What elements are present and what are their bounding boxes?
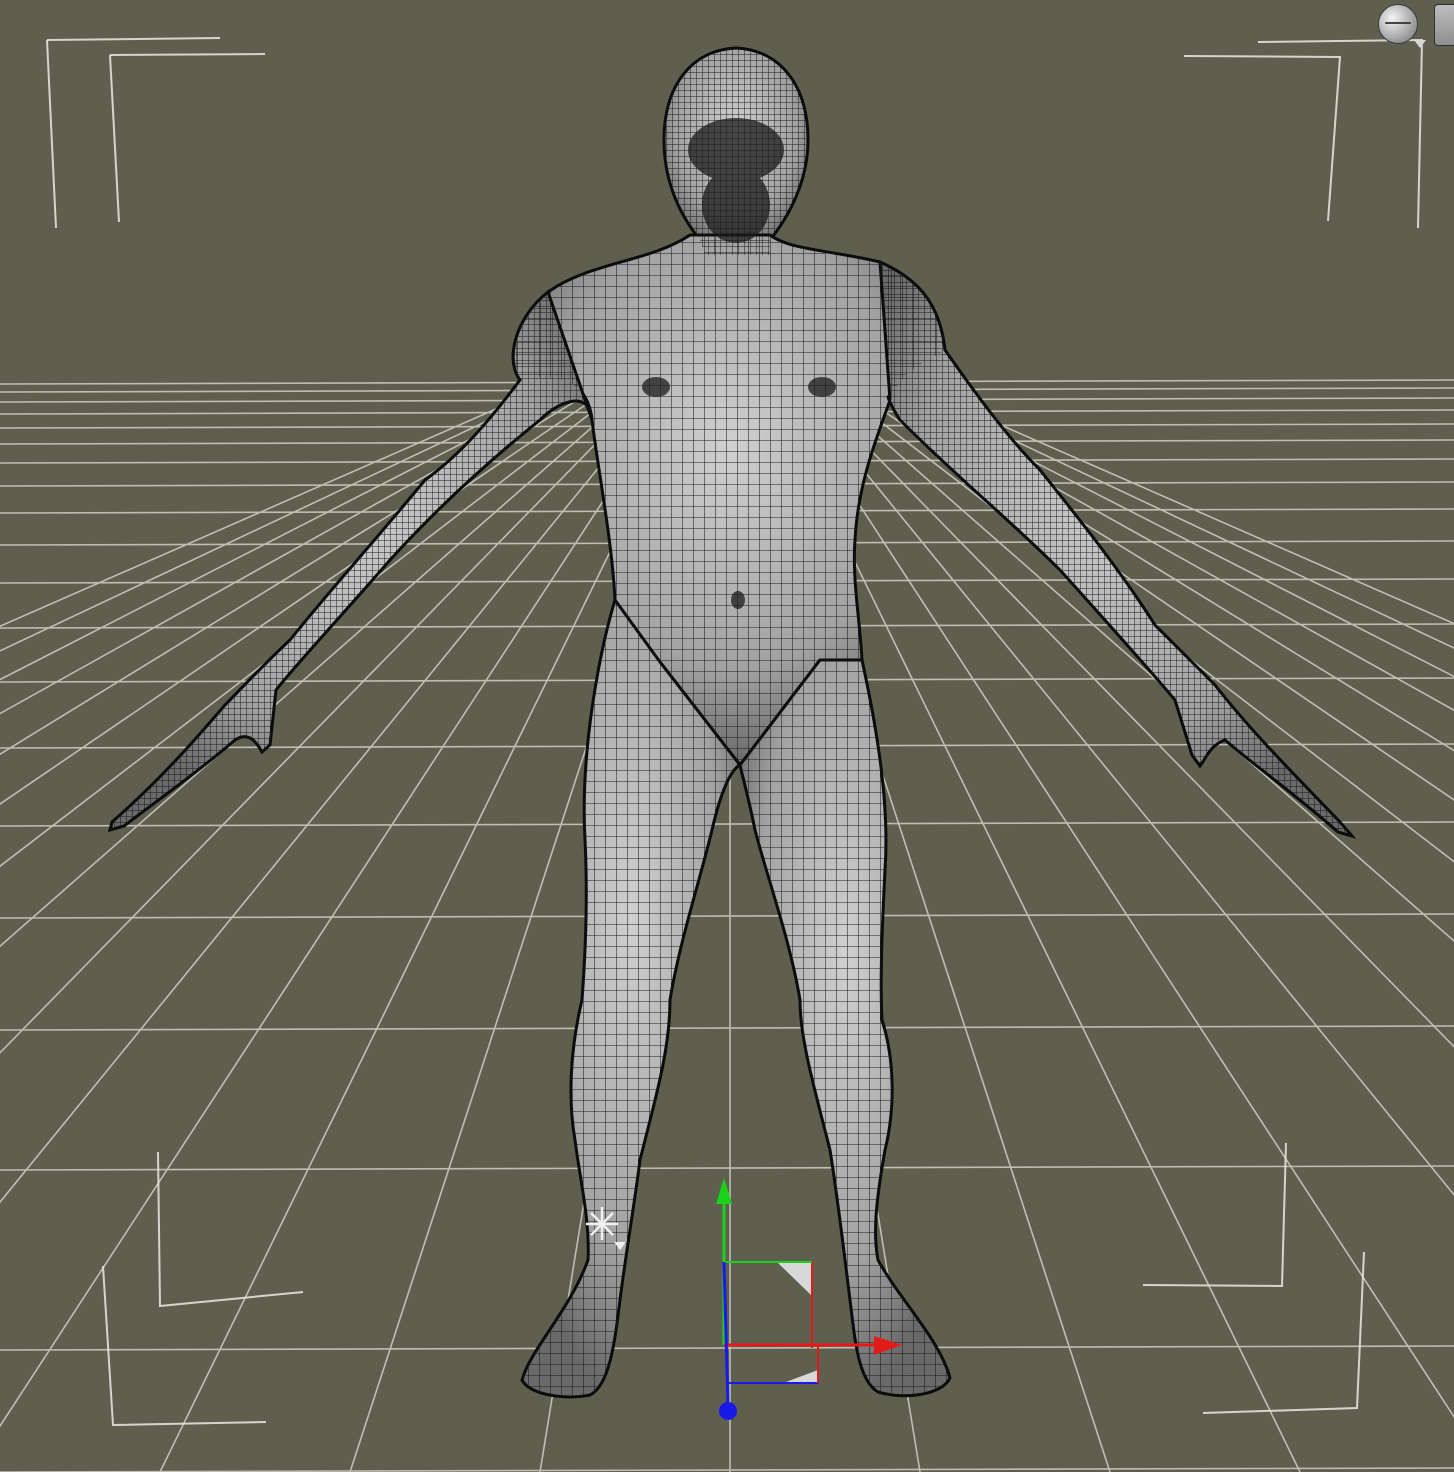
panel-button-icon[interactable] xyxy=(1434,4,1454,46)
chevron-down-icon[interactable] xyxy=(1414,40,1426,48)
view-sphere-icon[interactable] xyxy=(1378,4,1418,44)
3d-viewport[interactable] xyxy=(0,0,1454,1472)
mesh-arm-right[interactable] xyxy=(878,259,1357,839)
gizmo-z-axis[interactable] xyxy=(719,1261,737,1420)
viewport-scene[interactable] xyxy=(0,0,1454,1472)
